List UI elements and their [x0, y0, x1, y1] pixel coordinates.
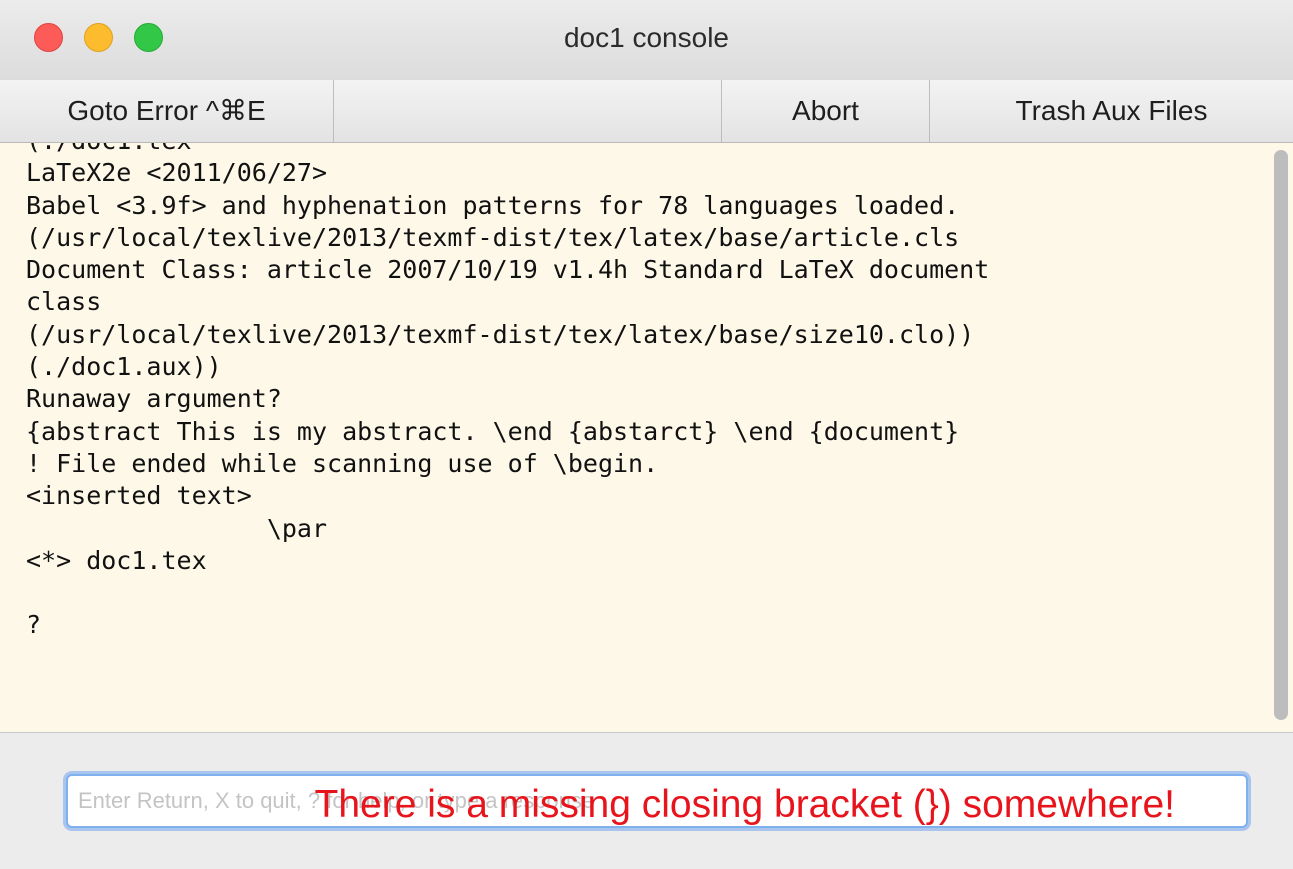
console-line: (./doc1.tex: [26, 143, 989, 157]
console-line: (/usr/local/texlive/2013/texmf-dist/tex/…: [26, 222, 960, 252]
console-line: \par: [26, 513, 328, 543]
console-scrollbar[interactable]: [1274, 150, 1288, 720]
console-line: <*> doc1.tex: [26, 545, 207, 575]
abort-button[interactable]: Abort: [722, 80, 930, 142]
title-bar: doc1 console: [0, 0, 1293, 81]
console-line: Document Class: article 2007/10/19 v1.4h…: [26, 255, 990, 285]
console-line: (./doc1.aux)): [26, 352, 222, 382]
console-line: class: [26, 287, 102, 317]
toolbar-spacer: [334, 80, 722, 142]
console-line: Babel <3.9f> and hyphenation patterns fo…: [26, 190, 960, 220]
error-annotation-text: There is a missing closing bracket (}) s…: [314, 783, 1176, 826]
console-line: {abstract This is my abstract. \end {abs…: [26, 416, 960, 446]
goto-error-button[interactable]: Goto Error ^⌘E: [0, 80, 334, 142]
console-line: Runaway argument?: [26, 384, 282, 414]
window-title: doc1 console: [563, 22, 729, 53]
console-toolbar: Goto Error ^⌘E Abort Trash Aux Files: [0, 80, 1293, 143]
error-annotation: There is a missing closing bracket (}) s…: [0, 770, 1293, 840]
console-line: LaTeX2e <2011/06/27>: [26, 158, 328, 188]
console-line: ?: [26, 610, 42, 640]
console-line: (/usr/local/texlive/2013/texmf-dist/tex/…: [26, 319, 975, 349]
trash-aux-files-button[interactable]: Trash Aux Files: [930, 80, 1293, 142]
console-line: ! File ended while scanning use of \begi…: [26, 448, 659, 478]
console-log-text: (./doc1.texLaTeX2e <2011/06/27>Babel <3.…: [26, 143, 989, 642]
console-output[interactable]: (./doc1.texLaTeX2e <2011/06/27>Babel <3.…: [0, 143, 1293, 732]
console-line: <inserted text>: [26, 481, 252, 511]
